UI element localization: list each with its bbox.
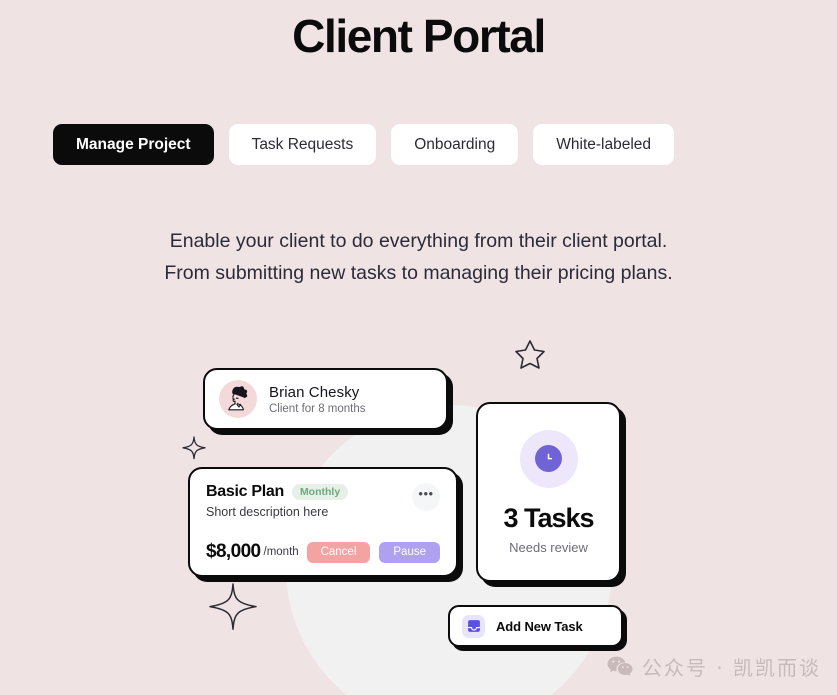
plan-action-buttons: Cancel Pause (306, 541, 440, 563)
tab-bar: Manage Project Task Requests Onboarding … (53, 124, 675, 165)
tab-manage-project[interactable]: Manage Project (53, 124, 214, 165)
plan-header-text: Basic Plan Monthly Short description her… (206, 483, 412, 519)
tasks-status: Needs review (509, 539, 588, 555)
plan-title: Basic Plan (206, 483, 284, 500)
avatar (219, 380, 257, 418)
sparkle-small-icon (182, 436, 206, 460)
plan-price-period: /month (263, 546, 299, 558)
pricing-plan-card[interactable]: Basic Plan Monthly Short description her… (188, 467, 458, 577)
sparkle-large-icon (208, 582, 258, 632)
profile-text-group: Brian Chesky Client for 8 months (269, 384, 366, 415)
tab-label: Onboarding (414, 135, 496, 153)
tab-label: Manage Project (76, 135, 191, 153)
plan-header: Basic Plan Monthly Short description her… (206, 483, 440, 519)
plan-billing-badge: Monthly (291, 483, 349, 501)
client-name: Brian Chesky (269, 383, 360, 401)
clock-icon (535, 445, 562, 472)
wechat-icon (607, 656, 633, 678)
illustration-stage: Brian Chesky Client for 8 months Basic P… (0, 310, 837, 695)
plan-more-options-button[interactable]: ••• (412, 483, 440, 511)
tab-label: White-labeled (556, 135, 652, 153)
pause-plan-button[interactable]: Pause (379, 541, 440, 563)
clock-icon-halo (519, 429, 578, 488)
tab-label: Task Requests (251, 135, 354, 153)
plan-price: $8,000 (206, 541, 261, 562)
plan-footer: $8,000 /month Cancel Pause (206, 541, 440, 563)
add-new-task-label: Add New Task (496, 618, 583, 634)
watermark-text: 公众号 · 凯凯而谈 (641, 656, 821, 680)
plan-title-row: Basic Plan Monthly (206, 483, 412, 501)
add-new-task-button[interactable]: Add New Task (448, 605, 623, 647)
cancel-plan-button[interactable]: Cancel (306, 541, 371, 563)
tab-onboarding[interactable]: Onboarding (391, 124, 519, 165)
plan-description: Short description here (206, 505, 329, 519)
tasks-summary-card[interactable]: 3 Tasks Needs review (476, 402, 621, 582)
star-outline-icon (513, 338, 547, 372)
inbox-tray-icon (462, 614, 485, 638)
subtitle-line-2: From submitting new tasks to managing th… (164, 262, 673, 284)
client-tenure: Client for 8 months (269, 402, 366, 415)
tab-white-labeled[interactable]: White-labeled (533, 124, 675, 165)
tasks-count: 3 Tasks (503, 502, 594, 533)
watermark: 公众号 · 凯凯而谈 (607, 652, 821, 681)
client-profile-card[interactable]: Brian Chesky Client for 8 months (203, 368, 448, 430)
page-title: Client Portal (292, 10, 546, 62)
tab-task-requests[interactable]: Task Requests (228, 124, 377, 165)
subtitle: Enable your client to do everything from… (0, 225, 837, 289)
subtitle-line-1: Enable your client to do everything from… (169, 230, 668, 252)
